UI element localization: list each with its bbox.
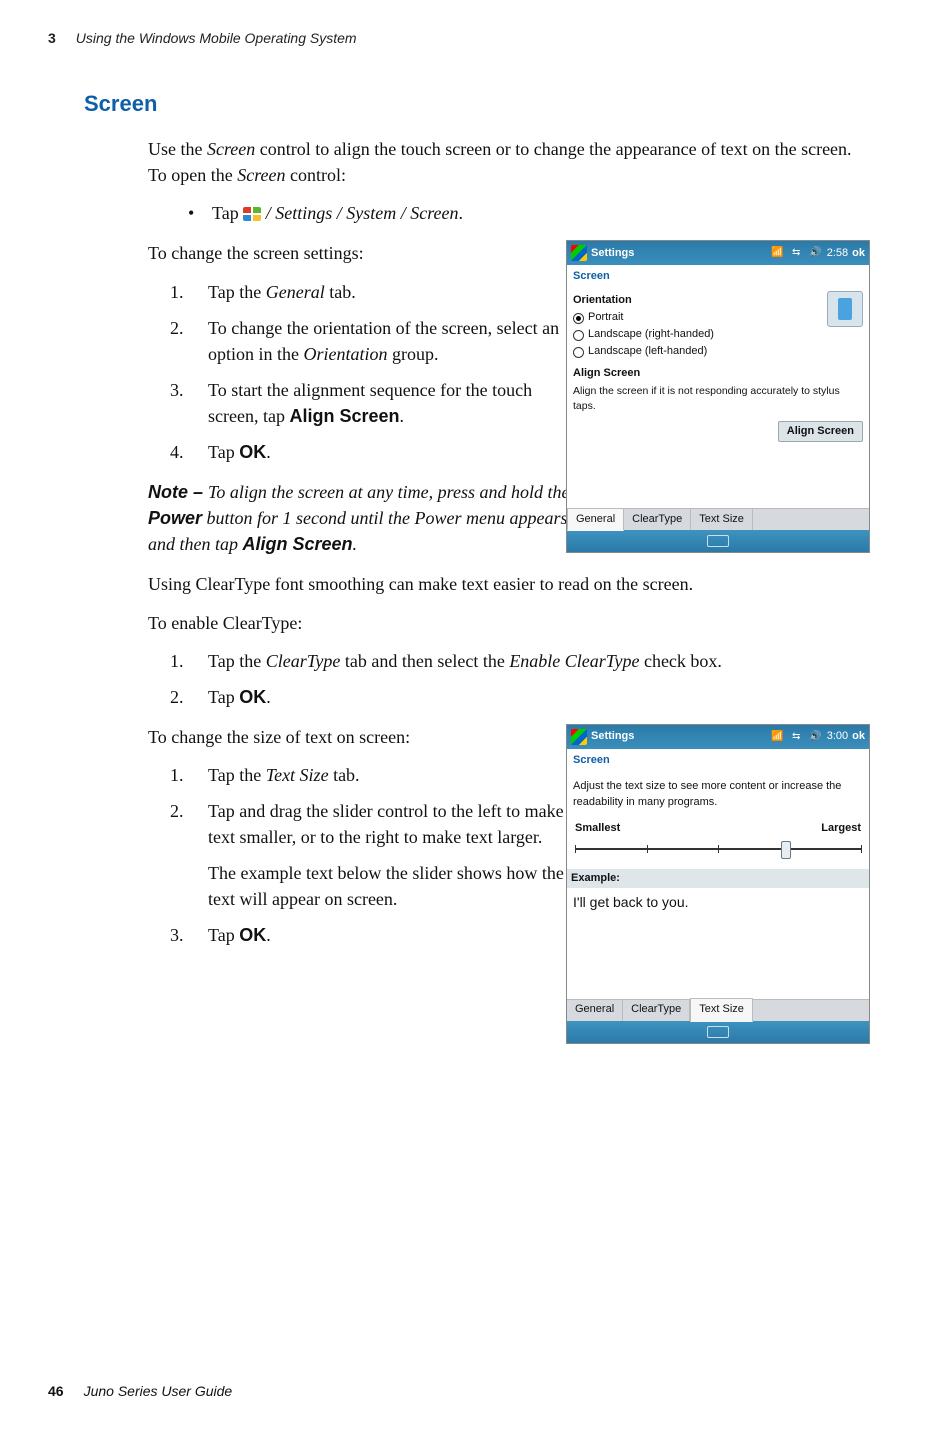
orientation-group-label: Orientation	[573, 293, 863, 309]
clock: 2:58	[827, 246, 848, 262]
cleartype-steps: Tap the ClearType tab and then select th…	[188, 648, 870, 710]
signal-icon: 📶	[770, 730, 785, 744]
align-note: Note – To align the screen at any time, …	[148, 479, 578, 557]
example-text: I'll get back to you.	[573, 888, 863, 942]
tab-strip: General ClearType Text Size	[567, 508, 869, 530]
align-screen-heading: Align Screen	[573, 366, 863, 382]
radio-landscape-right[interactable]: Landscape (right-handed)	[573, 327, 863, 343]
wm-titlebar: Settings 📶 ⇆ 🔊 2:58 ok	[567, 241, 869, 265]
align-screen-desc: Align the screen if it is not responding…	[573, 384, 863, 414]
clock: 3:00	[827, 729, 848, 745]
ok-button[interactable]: ok	[852, 729, 865, 745]
nav-path-bullet: • Tap / Settings / System / Screen.	[188, 200, 870, 226]
signal-icon: 📶	[770, 246, 785, 260]
screenshot-screen-general: Settings 📶 ⇆ 🔊 2:58 ok Screen Orientatio…	[566, 240, 870, 553]
textsize-steps: Tap the Text Size tab. Tap and drag the …	[188, 762, 578, 949]
running-footer: 46 Juno Series User Guide	[48, 1381, 232, 1401]
page-number: 46	[48, 1383, 64, 1399]
chapter-number: 3	[48, 30, 56, 46]
tab-textsize[interactable]: Text Size	[691, 509, 753, 531]
soft-key-bar	[567, 1021, 869, 1043]
radio-landscape-left[interactable]: Landscape (left-handed)	[573, 344, 863, 360]
change-settings-lead: To change the screen settings:	[148, 240, 578, 266]
sync-icon: ⇆	[789, 730, 804, 744]
screenshot-screen-textsize: Settings 📶 ⇆ 🔊 3:00 ok Screen Adjust the…	[566, 724, 870, 1044]
titlebar-label: Settings	[591, 246, 766, 262]
start-icon[interactable]	[571, 729, 587, 745]
start-icon[interactable]	[571, 245, 587, 261]
sip-keyboard-icon[interactable]	[707, 1026, 729, 1038]
chapter-title: Using the Windows Mobile Operating Syste…	[76, 30, 357, 46]
slider-labels: SmallestLargest	[575, 821, 861, 837]
wm-titlebar: Settings 📶 ⇆ 🔊 3:00 ok	[567, 725, 869, 749]
tab-general[interactable]: General	[567, 508, 624, 532]
soft-key-bar	[567, 530, 869, 552]
section-heading: Screen	[84, 88, 880, 120]
tab-general[interactable]: General	[567, 999, 623, 1021]
textsize-desc: Adjust the text size to see more content…	[573, 779, 863, 811]
orientation-preview-button[interactable]	[827, 291, 863, 327]
panel-title: Screen	[567, 749, 869, 773]
tab-cleartype[interactable]: ClearType	[624, 509, 691, 531]
align-screen-button[interactable]: Align Screen	[778, 421, 863, 443]
book-title: Juno Series User Guide	[84, 1383, 233, 1399]
speaker-icon: 🔊	[808, 730, 823, 744]
panel-title: Screen	[567, 265, 869, 289]
running-header: 3 Using the Windows Mobile Operating Syst…	[48, 28, 880, 48]
tab-strip: General ClearType Text Size	[567, 999, 869, 1021]
ok-button[interactable]: ok	[852, 246, 865, 262]
sip-keyboard-icon[interactable]	[707, 535, 729, 547]
change-settings-steps: Tap the General tab. To change the orien…	[188, 279, 578, 466]
cleartype-lead: To enable ClearType:	[148, 610, 870, 636]
example-heading: Example:	[567, 869, 869, 889]
windows-flag-icon	[243, 207, 261, 221]
intro-paragraph: Use the Screen control to align the touc…	[148, 136, 870, 188]
cleartype-intro: Using ClearType font smoothing can make …	[148, 571, 870, 597]
textsize-slider[interactable]	[575, 839, 861, 861]
sync-icon: ⇆	[789, 246, 804, 260]
radio-portrait[interactable]: Portrait	[573, 310, 863, 326]
speaker-icon: 🔊	[808, 246, 823, 260]
titlebar-label: Settings	[591, 729, 766, 745]
tab-cleartype[interactable]: ClearType	[623, 999, 690, 1021]
tab-textsize[interactable]: Text Size	[690, 998, 753, 1022]
textsize-lead: To change the size of text on screen:	[148, 724, 578, 750]
